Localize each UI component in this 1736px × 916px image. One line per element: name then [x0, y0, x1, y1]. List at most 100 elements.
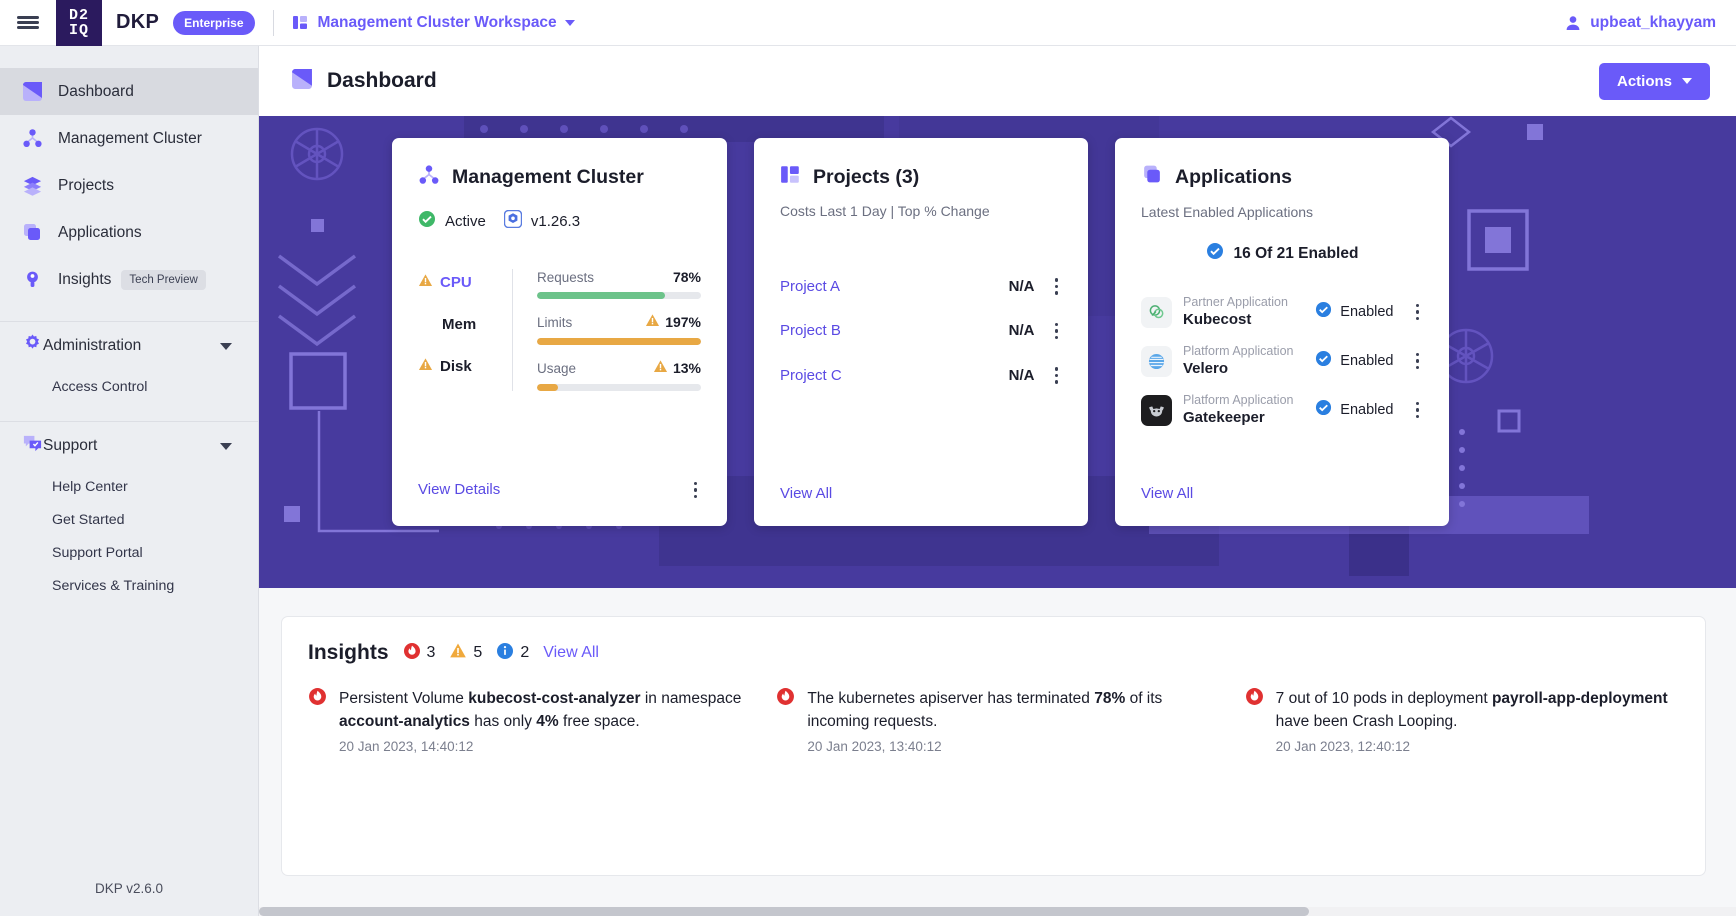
- kebab-menu-icon[interactable]: [1051, 274, 1063, 299]
- card-title: Applications: [1175, 166, 1292, 189]
- metric-key-cpu[interactable]: CPU: [418, 271, 508, 293]
- sidebar-subitem-get-started[interactable]: Get Started: [0, 503, 258, 536]
- insights-count-info: 2: [496, 642, 529, 665]
- chevron-down-icon: [565, 20, 575, 26]
- kubernetes-icon: [504, 210, 522, 233]
- insights-bulb-icon: [22, 269, 50, 290]
- check-circle-icon: [1315, 350, 1332, 372]
- project-name-link[interactable]: Project A: [780, 278, 840, 295]
- actions-button[interactable]: Actions: [1599, 63, 1710, 100]
- insight-item: 7 out of 10 pods in deployment payroll-a…: [1245, 687, 1679, 754]
- logo-line-1: D2: [69, 8, 89, 23]
- cluster-metrics: CPU Mem Disk: [418, 269, 701, 391]
- application-state: Enabled: [1340, 402, 1393, 418]
- progress-fill: [537, 292, 665, 299]
- cluster-icon: [22, 128, 50, 149]
- projects-list: Project A N/A Project B N/A Project C N/…: [780, 274, 1062, 388]
- sidebar-item-label: Dashboard: [58, 83, 134, 101]
- edition-badge: Enterprise: [173, 11, 254, 35]
- metric-bar-requests: Requests 78%: [537, 269, 701, 299]
- top-bar: D2 IQ DKP Enterprise Management Cluster …: [0, 0, 1736, 46]
- sidebar-item-dashboard[interactable]: Dashboard: [0, 68, 258, 115]
- kebab-menu-icon[interactable]: [1412, 349, 1424, 374]
- insights-view-all-link[interactable]: View All: [543, 644, 599, 662]
- support-icon: [22, 433, 43, 459]
- metric-divider: [512, 269, 513, 391]
- application-kind: Platform Application: [1183, 393, 1293, 408]
- view-all-link[interactable]: View All: [1141, 485, 1193, 502]
- scrollbar-thumb[interactable]: [259, 907, 1309, 916]
- hamburger-icon[interactable]: [0, 14, 56, 32]
- k8s-version: v1.26.3: [531, 213, 580, 230]
- sidebar-item-management-cluster[interactable]: Management Cluster: [0, 115, 258, 162]
- sidebar-group-label: Support: [43, 437, 97, 455]
- insight-item: The kubernetes apiserver has terminated …: [776, 687, 1210, 754]
- sidebar-group-support[interactable]: Support: [0, 422, 258, 470]
- insight-timestamp: 20 Jan 2023, 13:40:12: [807, 739, 1210, 754]
- card-title: Projects (3): [813, 166, 919, 189]
- workspace-selector[interactable]: Management Cluster Workspace: [292, 14, 575, 32]
- card-footer: View All: [780, 485, 1062, 526]
- card-footer: View All: [1141, 485, 1423, 526]
- sidebar-item-insights[interactable]: Insights Tech Preview: [0, 256, 258, 303]
- insight-timestamp: 20 Jan 2023, 12:40:12: [1276, 739, 1679, 754]
- kebab-menu-icon[interactable]: [1412, 398, 1424, 423]
- avatar-icon: [1565, 15, 1581, 31]
- logo-line-2: IQ: [69, 23, 89, 38]
- metric-key-disk[interactable]: Disk: [418, 355, 508, 377]
- chevron-down-icon: [220, 443, 232, 450]
- project-name-link[interactable]: Project C: [780, 367, 842, 384]
- management-cluster-card: Management Cluster Active: [392, 138, 727, 526]
- project-row: Project A N/A: [780, 274, 1062, 299]
- applications-list: Partner Application Kubecost Enabled: [1141, 295, 1423, 427]
- critical-flame-icon: [1245, 687, 1264, 754]
- main-content: Dashboard Actions: [259, 46, 1736, 916]
- sidebar-subitem-support-portal[interactable]: Support Portal: [0, 536, 258, 569]
- d2iq-logo[interactable]: D2 IQ: [56, 0, 102, 46]
- enabled-summary-row: 16 Of 21 Enabled: [1141, 242, 1423, 265]
- critical-flame-icon: [403, 642, 421, 665]
- brand-name: DKP: [116, 11, 159, 34]
- dashboard-icon: [22, 81, 50, 102]
- cluster-icon: [418, 164, 440, 191]
- metric-key-mem[interactable]: Mem: [418, 313, 508, 335]
- project-name-link[interactable]: Project B: [780, 322, 841, 339]
- sidebar-item-applications[interactable]: Applications: [0, 209, 258, 256]
- metric-bar-limits: Limits 197%: [537, 313, 701, 345]
- user-name: upbeat_khayyam: [1590, 14, 1716, 32]
- sidebar-subitem-help-center[interactable]: Help Center: [0, 470, 258, 503]
- kebab-menu-icon[interactable]: [690, 478, 702, 503]
- card-title-row: Applications: [1141, 164, 1423, 191]
- check-circle-icon: [1206, 242, 1224, 265]
- metric-bar-value: 78%: [673, 269, 701, 285]
- view-all-link[interactable]: View All: [780, 485, 832, 502]
- sidebar-group-administration[interactable]: Administration: [0, 322, 258, 370]
- progress-track: [537, 338, 701, 345]
- kebab-menu-icon[interactable]: [1051, 319, 1063, 344]
- kebab-menu-icon[interactable]: [1051, 363, 1063, 388]
- critical-flame-icon: [308, 687, 327, 754]
- insight-timestamp: 20 Jan 2023, 14:40:12: [339, 739, 742, 754]
- critical-flame-icon: [776, 687, 795, 754]
- status-check-icon: [418, 210, 436, 233]
- application-row: Platform Application Velero Enabled: [1141, 344, 1423, 378]
- warning-icon: [645, 313, 660, 331]
- kebab-menu-icon[interactable]: [1412, 300, 1424, 325]
- horizontal-scrollbar[interactable]: [259, 907, 1736, 916]
- sidebar-item-projects[interactable]: Projects: [0, 162, 258, 209]
- user-menu[interactable]: upbeat_khayyam: [1565, 14, 1716, 32]
- info-icon: [496, 642, 514, 665]
- velero-icon: [1141, 346, 1172, 377]
- gear-icon: [22, 333, 43, 359]
- warning-icon: [418, 357, 433, 376]
- project-value: N/A: [1009, 278, 1035, 295]
- app-version: DKP v2.6.0: [0, 881, 258, 896]
- sidebar-subitem-access-control[interactable]: Access Control: [0, 370, 258, 403]
- application-name: Gatekeeper: [1183, 408, 1293, 427]
- sidebar-subitem-services-training[interactable]: Services & Training: [0, 569, 258, 602]
- applications-icon: [1141, 164, 1163, 191]
- sidebar-group-label: Administration: [43, 337, 141, 355]
- metric-bar-value: 13%: [673, 360, 701, 376]
- view-details-link[interactable]: View Details: [418, 481, 500, 498]
- application-state: Enabled: [1340, 353, 1393, 369]
